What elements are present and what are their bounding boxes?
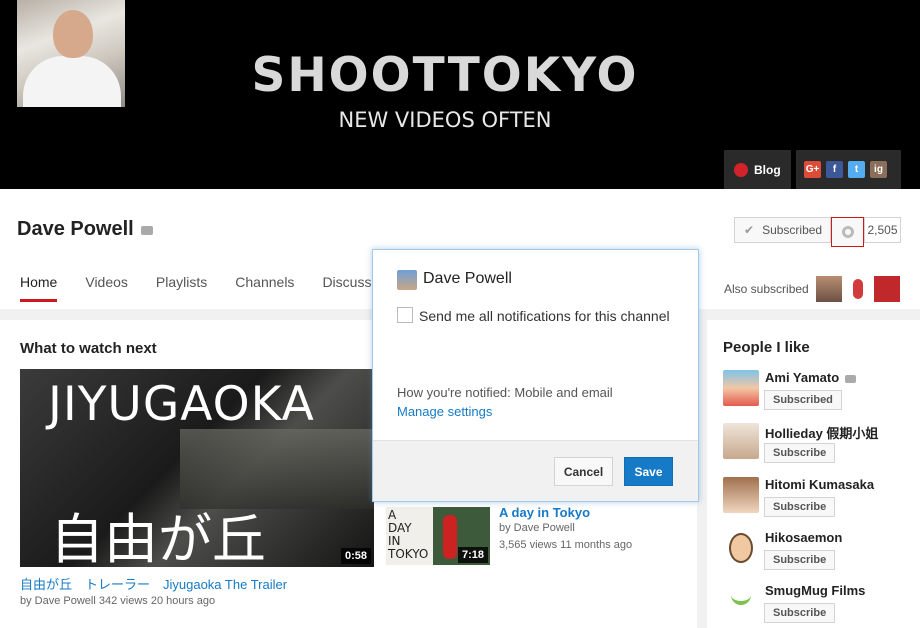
notifications-checkbox[interactable]: [397, 307, 413, 323]
section-title: What to watch next: [20, 340, 157, 357]
person-name[interactable]: Hikosaemon: [765, 530, 842, 545]
video-title[interactable]: A day in Tokyo: [499, 505, 590, 520]
person-name-text[interactable]: Ami Yamato: [765, 370, 839, 385]
video-thumbnail[interactable]: A DAY IN TOKYO 7:18: [386, 507, 490, 565]
person-name[interactable]: SmugMug Films: [765, 583, 865, 598]
list-item: Hollieday 假期小姐 Subscribe: [723, 423, 918, 467]
list-item: Hikosaemon Subscribe: [723, 530, 918, 574]
instagram-icon[interactable]: ig: [870, 161, 887, 178]
popup-channel-name: Dave Powell: [423, 270, 512, 287]
avatar[interactable]: [723, 370, 759, 406]
notification-settings-popup: Dave Powell Send me all notifications fo…: [372, 249, 699, 502]
sidebar-title: People I like: [723, 339, 810, 356]
list-item: Ami Yamato Subscribed: [723, 370, 918, 414]
save-button[interactable]: Save: [624, 457, 673, 486]
video-meta: 3,565 views 11 months ago: [499, 539, 633, 551]
video-duration: 7:18: [457, 547, 488, 563]
banner-title: SHOOTTOKYO: [251, 48, 639, 103]
popup-footer: Cancel Save: [373, 440, 698, 501]
tab-channels[interactable]: Channels: [235, 274, 294, 302]
avatar[interactable]: [723, 423, 759, 459]
banner-subtitle: NEW VIDEOS OFTEN: [338, 108, 552, 132]
notification-method-text: How you're notified: Mobile and email: [397, 385, 613, 400]
channel-tabs: Home Videos Playlists Channels Discuss: [20, 274, 399, 302]
verified-icon: [845, 374, 857, 383]
manage-settings-link[interactable]: Manage settings: [397, 404, 492, 419]
blog-link[interactable]: Blog: [724, 150, 791, 189]
subscribe-button[interactable]: Subscribe: [764, 443, 836, 463]
person-name: Ami Yamato: [765, 370, 857, 385]
subscribe-button[interactable]: Subscribe: [764, 603, 836, 623]
list-item: Hitomi Kumasaka Subscribe: [723, 477, 918, 521]
notification-settings-button[interactable]: [831, 217, 864, 247]
subscribe-button[interactable]: Subscribe: [764, 497, 836, 517]
featured-video-meta: by Dave Powell 342 views 20 hours ago: [20, 595, 216, 607]
thumbnail-text: A DAY IN TOKYO: [388, 508, 429, 561]
subscribed-button[interactable]: ✔ Subscribed: [734, 217, 831, 243]
channel-banner: SHOOTTOKYO NEW VIDEOS OFTEN Blog G+ f t …: [0, 0, 920, 189]
avatar[interactable]: [845, 276, 871, 302]
twitter-icon[interactable]: t: [848, 161, 865, 178]
channel-name: Dave Powell: [17, 218, 134, 240]
avatar: [397, 270, 417, 290]
person-name[interactable]: Hollieday 假期小姐: [765, 423, 878, 442]
avatar[interactable]: [816, 276, 842, 302]
thumbnail-text: 自由が丘: [50, 508, 266, 567]
notifications-checkbox-label[interactable]: Send me all notifications for this chann…: [419, 308, 670, 324]
person-name[interactable]: Hitomi Kumasaka: [765, 477, 874, 492]
avatar[interactable]: [723, 477, 759, 513]
avatar[interactable]: [874, 276, 900, 302]
list-item: SmugMug Films Subscribe: [723, 583, 918, 627]
subscriber-count: 2,505: [864, 217, 901, 243]
tab-discussion[interactable]: Discuss: [322, 274, 371, 302]
featured-video-thumbnail[interactable]: JIYUGAOKA 自由が丘 0:58: [20, 369, 374, 567]
also-subscribed-label: Also subscribed: [724, 282, 809, 296]
tab-home[interactable]: Home: [20, 274, 58, 302]
facebook-icon[interactable]: f: [826, 161, 843, 178]
subscribed-label: Subscribed: [762, 223, 823, 237]
people-i-like-panel: People I like Ami Yamato Subscribed Holl…: [707, 320, 920, 628]
thumbnail-text: JIYUGAOKA: [48, 377, 315, 432]
tab-videos[interactable]: Videos: [85, 274, 128, 302]
check-icon: ✔: [744, 223, 755, 237]
smugmug-icon[interactable]: [723, 583, 759, 619]
video-author: by Dave Powell: [499, 522, 575, 534]
gear-icon: [841, 226, 854, 238]
video-duration: 0:58: [340, 548, 371, 564]
blog-icon: [734, 162, 748, 177]
subscribe-button[interactable]: Subscribe: [764, 550, 836, 570]
google-plus-icon[interactable]: G+: [804, 161, 821, 178]
tab-playlists[interactable]: Playlists: [156, 274, 207, 302]
blog-label: Blog: [754, 162, 781, 177]
featured-video-title[interactable]: 自由が丘 トレーラー Jiyugaoka The Trailer: [20, 574, 287, 593]
subscribed-button[interactable]: Subscribed: [764, 390, 842, 410]
social-links: G+ f t ig: [796, 150, 901, 189]
verified-icon: [141, 226, 153, 235]
cancel-button[interactable]: Cancel: [554, 457, 613, 486]
avatar[interactable]: [723, 530, 759, 566]
